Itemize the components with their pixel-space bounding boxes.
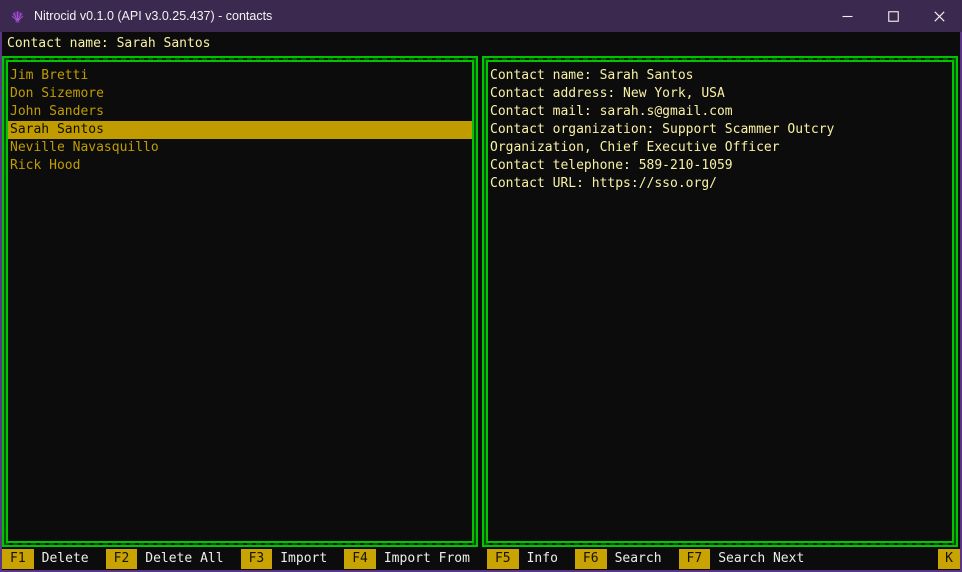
contact-list: Jim Bretti Don Sizemore John Sanders Sar…: [6, 60, 474, 543]
close-button[interactable]: [916, 0, 962, 32]
detail-line: Contact URL: https://sso.org/: [488, 175, 952, 193]
shortcut-search[interactable]: F6 Search: [575, 549, 662, 569]
key-badge[interactable]: F4: [344, 549, 376, 569]
shortcut-label: Info: [527, 550, 558, 568]
minimize-button[interactable]: [824, 0, 870, 32]
caption-buttons: [824, 0, 962, 32]
detail-line: Contact telephone: 589-210-1059: [488, 157, 952, 175]
titlebar: Nitrocid v0.1.0 (API v3.0.25.437) - cont…: [0, 0, 962, 32]
shortcut-label: Search Next: [718, 550, 804, 568]
list-item-selected[interactable]: Sarah Santos: [8, 121, 472, 139]
key-badge[interactable]: F5: [487, 549, 519, 569]
shortcut-delete-all[interactable]: F2 Delete All: [106, 549, 224, 569]
close-icon: [934, 11, 945, 22]
list-item[interactable]: Neville Navasquillo: [8, 139, 472, 157]
list-item[interactable]: John Sanders: [8, 103, 472, 121]
shortcut-label: Import: [280, 550, 327, 568]
detail-line: Contact mail: sarah.s@gmail.com: [488, 103, 952, 121]
shortcut-delete[interactable]: F1 Delete: [2, 549, 89, 569]
app-window: Nitrocid v0.1.0 (API v3.0.25.437) - cont…: [0, 0, 962, 572]
minimize-icon: [842, 11, 853, 22]
statusbar: F1 Delete F2 Delete All F3 Import F4 Imp…: [2, 548, 960, 570]
maximize-button[interactable]: [870, 0, 916, 32]
list-item[interactable]: Rick Hood: [8, 157, 472, 175]
list-item[interactable]: Don Sizemore: [8, 85, 472, 103]
detail-line: Organization, Chief Executive Officer: [488, 139, 952, 157]
shortcut-search-next[interactable]: F7 Search Next: [679, 549, 805, 569]
detail-line: Contact name: Sarah Santos: [488, 67, 952, 85]
key-badge[interactable]: F3: [241, 549, 273, 569]
list-item[interactable]: Jim Bretti: [8, 67, 472, 85]
shortcut-label: Delete All: [145, 550, 223, 568]
contact-details-panel: Contact name: Sarah Santos Contact addre…: [482, 56, 958, 547]
key-badge[interactable]: F7: [679, 549, 711, 569]
terminal-screen: Contact name: Sarah Santos Jim Bretti Do…: [2, 32, 960, 570]
contact-details: Contact name: Sarah Santos Contact addre…: [486, 60, 954, 543]
key-badge[interactable]: F2: [106, 549, 138, 569]
maximize-icon: [888, 11, 899, 22]
key-badge[interactable]: F6: [575, 549, 607, 569]
keybinding-k-badge[interactable]: K: [938, 549, 960, 569]
nitrocid-app-icon: [10, 9, 25, 24]
shortcut-info[interactable]: F5 Info: [487, 549, 558, 569]
detail-line: Contact organization: Support Scammer Ou…: [488, 121, 952, 139]
shortcut-label: Import From: [384, 550, 470, 568]
detail-line: Contact address: New York, USA: [488, 85, 952, 103]
contact-list-panel: Jim Bretti Don Sizemore John Sanders Sar…: [2, 56, 478, 547]
window-title: Nitrocid v0.1.0 (API v3.0.25.437) - cont…: [34, 9, 272, 23]
shortcut-label: Search: [615, 550, 662, 568]
shortcut-import[interactable]: F3 Import: [241, 549, 328, 569]
status-header: Contact name: Sarah Santos: [7, 35, 211, 53]
shortcut-label: Delete: [42, 550, 89, 568]
shortcut-import-from[interactable]: F4 Import From: [344, 549, 470, 569]
key-badge[interactable]: F1: [2, 549, 34, 569]
